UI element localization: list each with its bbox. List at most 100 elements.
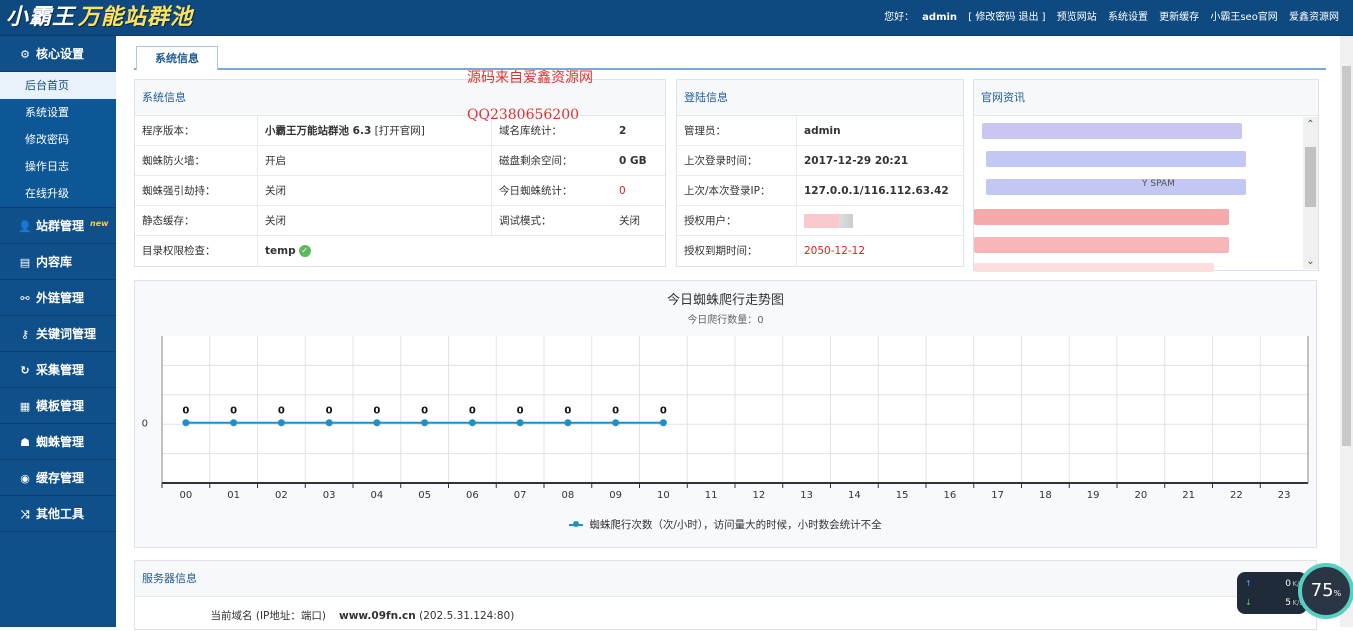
shuffle-icon: ⤨ [20,508,30,521]
x-tick-label: 05 [418,490,431,501]
greeting: 您好： admin [884,12,958,23]
watermark-qq: QQ2380656200 [467,107,580,123]
open-official-site-link[interactable]: [打开官网] [371,125,425,137]
sidebar-group-spiders[interactable]: ☗ 蜘蛛管理 [0,424,116,460]
core-submenu: 后台首页 系统设置 修改密码 操作日志 在线升级 [0,72,116,208]
sidebar-group-tools[interactable]: ⤨ 其他工具 [0,496,116,532]
data-label: 0 [182,406,189,417]
x-tick-label: 13 [800,490,813,501]
chart-plot: 000 01 02 03 04 05 06 07 08 09 10 11 12 13 14 15 16 17 18 1… [142,336,1309,501]
user-icon: 👤 [18,220,32,233]
top-links: 您好： admin [ 修改密码 退出 ] 预览网站 系统设置 更新缓存 小霸王s… [868,0,1339,36]
table-row: 蜘蛛强引劫持： 关闭 今日蜘蛛统计： 0 [135,176,665,206]
check-ok-icon: ✓ [298,245,311,257]
sidebar-group-templates[interactable]: ▦ 模板管理 [0,388,116,424]
x-tick-label: 08 [562,490,575,501]
data-point [659,419,667,427]
scroll-thumb[interactable] [1305,147,1316,207]
data-point [325,419,333,427]
login-info-panel: 登陆信息 管理员： admin 上次登录时间： 2017-12-29 20:21… [676,79,964,267]
x-tick-label: 04 [371,490,384,501]
x-tick-label: 03 [323,490,336,501]
data-label: 0 [230,406,237,417]
x-tick-label: 02 [275,490,288,501]
data-label: 0 [517,406,524,417]
chevron-down-icon[interactable]: ⌄ [1303,254,1318,269]
refresh-icon: ↻ [20,364,30,377]
windows-icon: ▦ [19,400,31,413]
sidebar-group-keywords[interactable]: ⚷ 关键词管理 [0,316,116,352]
today-spider-count: 0 [619,185,626,197]
sidebar-item-system-settings[interactable]: 系统设置 [0,99,116,126]
chart-legend[interactable]: 蜘蛛爬行次数（次/小时），访问量大的时候，小时数会统计不全 [135,517,1316,532]
x-tick-label: 18 [1039,490,1052,501]
x-tick-label: 10 [657,490,670,501]
key-icon: ⚷ [20,328,30,341]
tab-system-info[interactable]: 系统信息 [136,46,218,70]
legend-marker [569,521,584,527]
update-cache-link[interactable]: 更新缓存 [1159,12,1199,23]
current-domain: www.09fn.cn [339,610,416,622]
table-row: 静态缓存： 关闭 调试模式： 关闭 [135,206,665,236]
system-settings-link[interactable]: 系统设置 [1108,12,1148,23]
x-tick-label: 07 [514,490,527,501]
x-tick-label: 11 [705,490,718,501]
sidebar-item-change-password[interactable]: 修改密码 [0,126,116,153]
network-speed-widget[interactable]: ↑0K/s ↓5K/s [1237,572,1307,614]
sidebar-item-dashboard[interactable]: 后台首页 [0,72,116,99]
current-user: admin [922,12,958,23]
new-badge: new [90,219,109,228]
main-content: 系统信息 系统信息 程序版本： 小霸王万能站群池 6.3 [打开官网] 域名库统… [116,36,1340,630]
page-scrollbar[interactable] [1340,36,1353,627]
table-row: 程序版本： 小霸王万能站群池 6.3 [打开官网] 域名库统计： 2 [135,116,665,146]
sidebar-group-collect[interactable]: ↻ 采集管理 [0,352,116,388]
table-row: 上次/本次登录IP： 127.0.0.1/116.112.63.42 [677,176,963,206]
change-password-logout-link[interactable]: [ 修改密码 退出 ] [968,12,1045,23]
table-row: 上次登录时间： 2017-12-29 20:21 [677,146,963,176]
preview-site-link[interactable]: 预览网站 [1057,12,1097,23]
watermark-text: 源码来自爱鑫资源网 [467,70,593,86]
x-tick-label: 21 [1182,490,1195,501]
table-row: 管理员： admin [677,116,963,146]
x-tick-label: 15 [896,490,909,501]
memory-gauge[interactable]: 75% [1298,563,1353,619]
news-list-blurred: Y SPAM [974,117,1304,272]
program-version: 小霸王万能站群池 6.3 [265,125,372,137]
arrow-up-icon: ↑ [1245,579,1252,588]
data-point [516,419,524,427]
sidebar: ⚙ 核心设置 后台首页 系统设置 修改密码 操作日志 在线升级 👤 站群管理 new … [0,36,116,627]
sidebar-item-operation-log[interactable]: 操作日志 [0,153,116,180]
x-tick-label: 22 [1230,490,1243,501]
sidebar-group-core[interactable]: ⚙ 核心设置 [0,36,116,72]
chevron-up-icon[interactable]: ⌃ [1303,117,1318,132]
x-tick-label: 12 [753,490,766,501]
arrow-down-icon: ↓ [1245,598,1252,607]
resource-site-link[interactable]: 爱鑫资源网 [1289,12,1339,23]
data-label: 0 [326,406,333,417]
sidebar-item-online-upgrade[interactable]: 在线升级 [0,180,116,207]
disk-free: 0 GB [619,155,647,167]
data-label: 0 [373,406,380,417]
panel-title: 服务器信息 [135,561,1316,597]
data-point [564,419,572,427]
x-tick-label: 19 [1087,490,1100,501]
sidebar-group-site-group[interactable]: 👤 站群管理 new [0,208,116,244]
x-tick-label: 23 [1278,490,1291,501]
sidebar-group-cache[interactable]: ◉ 缓存管理 [0,460,116,496]
data-label: 0 [421,406,428,417]
news-scrollbar[interactable]: ⌃ ⌄ [1303,117,1318,269]
official-site-link[interactable]: 小霸王seo官网 [1210,12,1277,23]
data-label: 0 [612,406,619,417]
x-tick-label: 14 [848,490,861,501]
y-tick-label: 0 [142,419,148,430]
x-tick-label: 01 [227,490,240,501]
scroll-thumb[interactable] [1342,66,1351,446]
sidebar-group-links[interactable]: ⚯ 外链管理 [0,280,116,316]
data-label: 0 [660,406,667,417]
system-info-panel: 系统信息 程序版本： 小霸王万能站群池 6.3 [打开官网] 域名库统计： 2 … [134,79,666,267]
app-logo[interactable]: 小霸王 万能站群池 [6,2,193,34]
table-row: 目录权限检查： temp ✓ [135,236,665,266]
server-info-panel: 服务器信息 当前域名 (IP地址：端口) www.09fn.cn (202.5.… [134,560,1317,630]
sidebar-group-content[interactable]: ▤ 内容库 [0,244,116,280]
data-point [373,419,381,427]
